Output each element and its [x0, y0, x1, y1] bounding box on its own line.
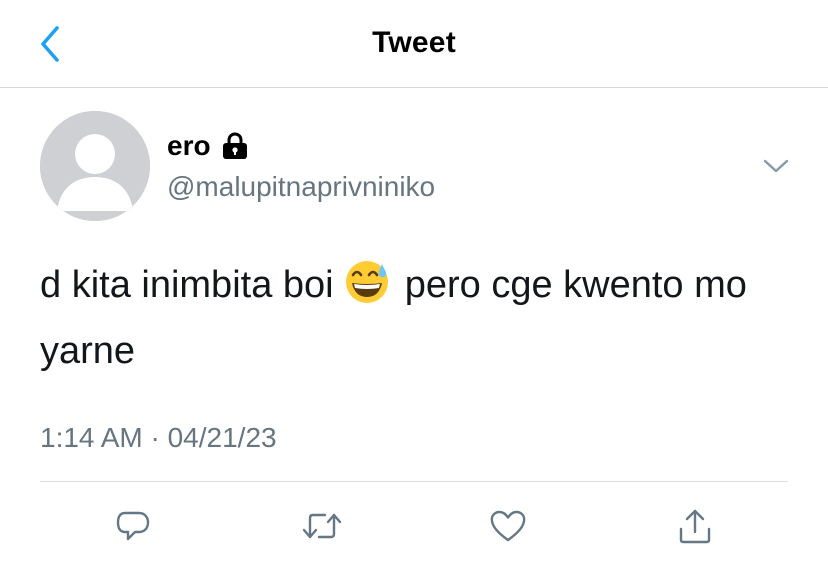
tweet-text-part-1: d kita inimbita boi [40, 264, 334, 306]
more-options-button[interactable] [756, 148, 796, 184]
retweet-icon [302, 513, 342, 539]
default-avatar-icon [40, 111, 150, 221]
top-bar: Tweet [0, 0, 828, 88]
lock-icon [220, 131, 250, 161]
tweet-actions-bar [0, 500, 828, 552]
share-icon [679, 509, 711, 544]
reply-icon [116, 511, 150, 541]
divider [40, 481, 788, 482]
reply-button[interactable] [107, 500, 159, 552]
grinning-face-with-sweat-emoji [346, 261, 389, 303]
heart-icon [490, 510, 526, 542]
author-name-row[interactable]: ero [167, 128, 250, 164]
author-handle[interactable]: @malupitnaprivniniko [167, 169, 435, 205]
retweet-button[interactable] [296, 500, 348, 552]
like-button[interactable] [482, 500, 534, 552]
avatar[interactable] [40, 111, 150, 221]
chevron-down-icon [763, 159, 789, 173]
share-button[interactable] [669, 500, 721, 552]
page-title: Tweet [372, 26, 456, 59]
tweet-timestamp: 1:14 AM · 04/21/23 [40, 422, 277, 453]
tweet-text: d kita inimbita boi pero cge kwento mo y… [40, 252, 810, 384]
author-name: ero [167, 130, 211, 161]
